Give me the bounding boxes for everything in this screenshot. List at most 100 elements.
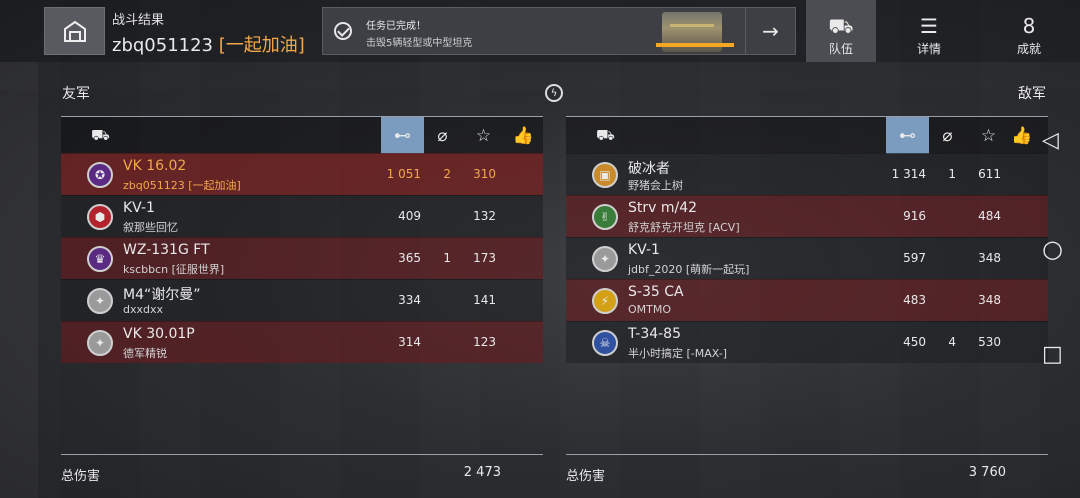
tab-details[interactable]: ☰ 详情 — [900, 0, 958, 62]
player-name: 舒克舒克开坦克 [ACV] — [628, 221, 740, 234]
allies-table-header: ⛟ ⊷ ⌀ ☆ 👍 — [61, 116, 545, 154]
mission-progress-bar — [656, 43, 734, 47]
damage-icon[interactable]: ⊷ — [886, 117, 929, 154]
tank-name: T-34-85 — [628, 326, 681, 342]
tab-team[interactable]: ⛟ 队伍 — [806, 0, 876, 62]
allies-total-damage: 2 473 — [463, 465, 501, 480]
garage-icon — [63, 20, 86, 42]
back-nav-icon[interactable]: ◁ — [1042, 130, 1064, 152]
recent-apps-nav-icon[interactable]: □ — [1042, 344, 1064, 366]
home-nav-icon[interactable]: ○ — [1042, 237, 1064, 261]
player-name: zbq051123 [一起加油] — [123, 179, 241, 192]
player-nickname: zbq051123 — [112, 35, 214, 56]
allies-row[interactable]: ⬢ KV-1 叙那些回忆 409 132 — [61, 195, 543, 237]
vs-bolt-icon: ϟ — [545, 84, 563, 102]
tank-name: S-35 CA — [628, 284, 684, 300]
mission-description: 击毁5辆轻型或中型坦克 — [366, 38, 473, 49]
xp-value: 530 — [978, 335, 1001, 349]
left-strip — [0, 62, 38, 498]
mission-status: 任务已完成！ — [366, 21, 426, 32]
allies-table: ⛟ ⊷ ⌀ ☆ 👍 ✪ VK 16.02 zbq051123 [一起加油] 1 051… — [61, 116, 543, 363]
damage-value: 334 — [398, 293, 421, 307]
xp-value: 132 — [473, 209, 496, 223]
mission-banner[interactable]: 任务已完成！ 击毁5辆轻型或中型坦克 → — [322, 7, 796, 55]
player-name: jdbf_2020 [萌新一起玩] — [628, 263, 750, 276]
tab-achievements[interactable]: 8 成就 — [1000, 0, 1058, 62]
tab-details-label: 详情 — [916, 42, 941, 56]
tab-achievements-label: 成就 — [1016, 42, 1041, 56]
player-name: kscbbcn [征服世界] — [123, 263, 225, 276]
allies-row[interactable]: ✦ M4“谢尔曼” dxxdxx 334 141 — [61, 279, 543, 321]
kills-value: 1 — [443, 251, 451, 265]
kills-value: 4 — [948, 335, 956, 349]
enemies-row[interactable]: ✦ KV-1 jdbf_2020 [萌新一起玩] 597 348 — [566, 237, 1048, 279]
allies-row[interactable]: ✪ VK 16.02 zbq051123 [一起加油] 1 051 2 310 — [61, 153, 543, 195]
tab-team-label: 队伍 — [828, 42, 853, 56]
top-bar: 战斗结果 zbq051123 [一起加油] 任务已完成！ 击毁5辆轻型或中型坦克… — [0, 0, 1080, 62]
tank-icon: ⛟ — [91, 126, 110, 144]
mission-next-button[interactable]: → — [745, 8, 795, 54]
player-clan: [一起加油] — [218, 35, 305, 56]
kills-icon[interactable]: ⌀ — [421, 117, 464, 154]
damage-value: 314 — [398, 335, 421, 349]
tank-badge-icon: ♛ — [87, 246, 113, 272]
allies-label: 友军 — [62, 86, 90, 102]
xp-value: 348 — [978, 251, 1001, 265]
tank-badge-icon: ✌ — [592, 204, 618, 230]
xp-value: 484 — [978, 209, 1001, 223]
allies-total-label: 总伤害 — [61, 469, 101, 484]
tank-name: KV-1 — [123, 200, 155, 216]
xp-value: 123 — [473, 335, 496, 349]
page-title: 战斗结果 — [112, 13, 165, 28]
enemies-table-header: ⛟ ⊷ ⌀ ☆ 👍 — [566, 116, 1048, 154]
enemies-row[interactable]: ✌ Strv m/42 舒克舒克开坦克 [ACV] 916 484 — [566, 195, 1048, 237]
star-icon[interactable]: ☆ — [967, 117, 1010, 154]
xp-value: 348 — [978, 293, 1001, 307]
kills-value: 1 — [948, 167, 956, 181]
xp-value: 611 — [978, 167, 1001, 181]
tank-badge-icon: ✦ — [87, 288, 113, 314]
kills-value: 2 — [443, 167, 451, 181]
enemies-row[interactable]: ▣ 破冰者 野猪会上树 1 314 1 611 — [566, 153, 1048, 195]
team-icon: ⛟ — [828, 14, 854, 38]
player-name: zbq051123 [一起加油] — [112, 31, 305, 57]
check-icon — [334, 22, 352, 40]
player-name: 德军精锐 — [123, 347, 167, 360]
thumbs-up-icon[interactable]: 👍 — [1007, 117, 1037, 154]
tank-badge-icon: ✦ — [87, 330, 113, 356]
player-name: 野猪会上树 — [628, 179, 683, 192]
tank-icon: ⛟ — [596, 126, 615, 144]
damage-icon[interactable]: ⊷ — [381, 117, 424, 154]
tank-name: WZ-131G FT — [123, 242, 210, 258]
damage-value: 916 — [903, 209, 926, 223]
allies-total: 总伤害 2 473 — [61, 454, 543, 484]
allies-row[interactable]: ♛ WZ-131G FT kscbbcn [征服世界] 365 1 173 — [61, 237, 543, 279]
garage-button[interactable] — [44, 7, 105, 55]
tank-name: Strv m/42 — [628, 200, 698, 216]
tank-name: VK 30.01P — [123, 326, 195, 342]
tank-badge-icon: ☠ — [592, 330, 618, 356]
damage-value: 597 — [903, 251, 926, 265]
xp-value: 173 — [473, 251, 496, 265]
enemies-total: 总伤害 3 760 — [566, 454, 1048, 484]
player-name: 叙那些回忆 — [123, 221, 178, 234]
thumbs-up-icon[interactable]: 👍 — [502, 117, 545, 154]
tank-badge-icon: ⚡ — [592, 288, 618, 314]
tank-badge-icon: ✪ — [87, 162, 113, 188]
tank-name: M4“谢尔曼” — [123, 287, 201, 303]
battle-result-title: 战斗结果 zbq051123 [一起加油] — [112, 9, 305, 57]
enemies-total-damage: 3 760 — [968, 465, 1006, 480]
tank-badge-icon: ▣ — [592, 162, 618, 188]
list-icon: ☰ — [920, 14, 938, 38]
player-name: 半小时搞定 [-MAX-] — [628, 347, 728, 360]
enemies-table: ⛟ ⊷ ⌀ ☆ 👍 ▣ 破冰者 野猪会上树 1 314 1 611 ✌ Strv m/42 舒克… — [566, 116, 1048, 363]
enemies-row[interactable]: ⚡ S-35 CA OMTMO 483 348 — [566, 279, 1048, 321]
xp-value: 310 — [473, 167, 496, 181]
allies-row[interactable]: ✦ VK 30.01P 德军精锐 314 123 — [61, 321, 543, 363]
enemies-row[interactable]: ☠ T-34-85 半小时搞定 [-MAX-] 450 4 530 — [566, 321, 1048, 363]
kills-icon[interactable]: ⌀ — [926, 117, 969, 154]
enemies-total-label: 总伤害 — [566, 469, 606, 484]
player-name: OMTMO — [628, 303, 672, 316]
star-icon[interactable]: ☆ — [462, 117, 505, 154]
damage-value: 483 — [903, 293, 926, 307]
